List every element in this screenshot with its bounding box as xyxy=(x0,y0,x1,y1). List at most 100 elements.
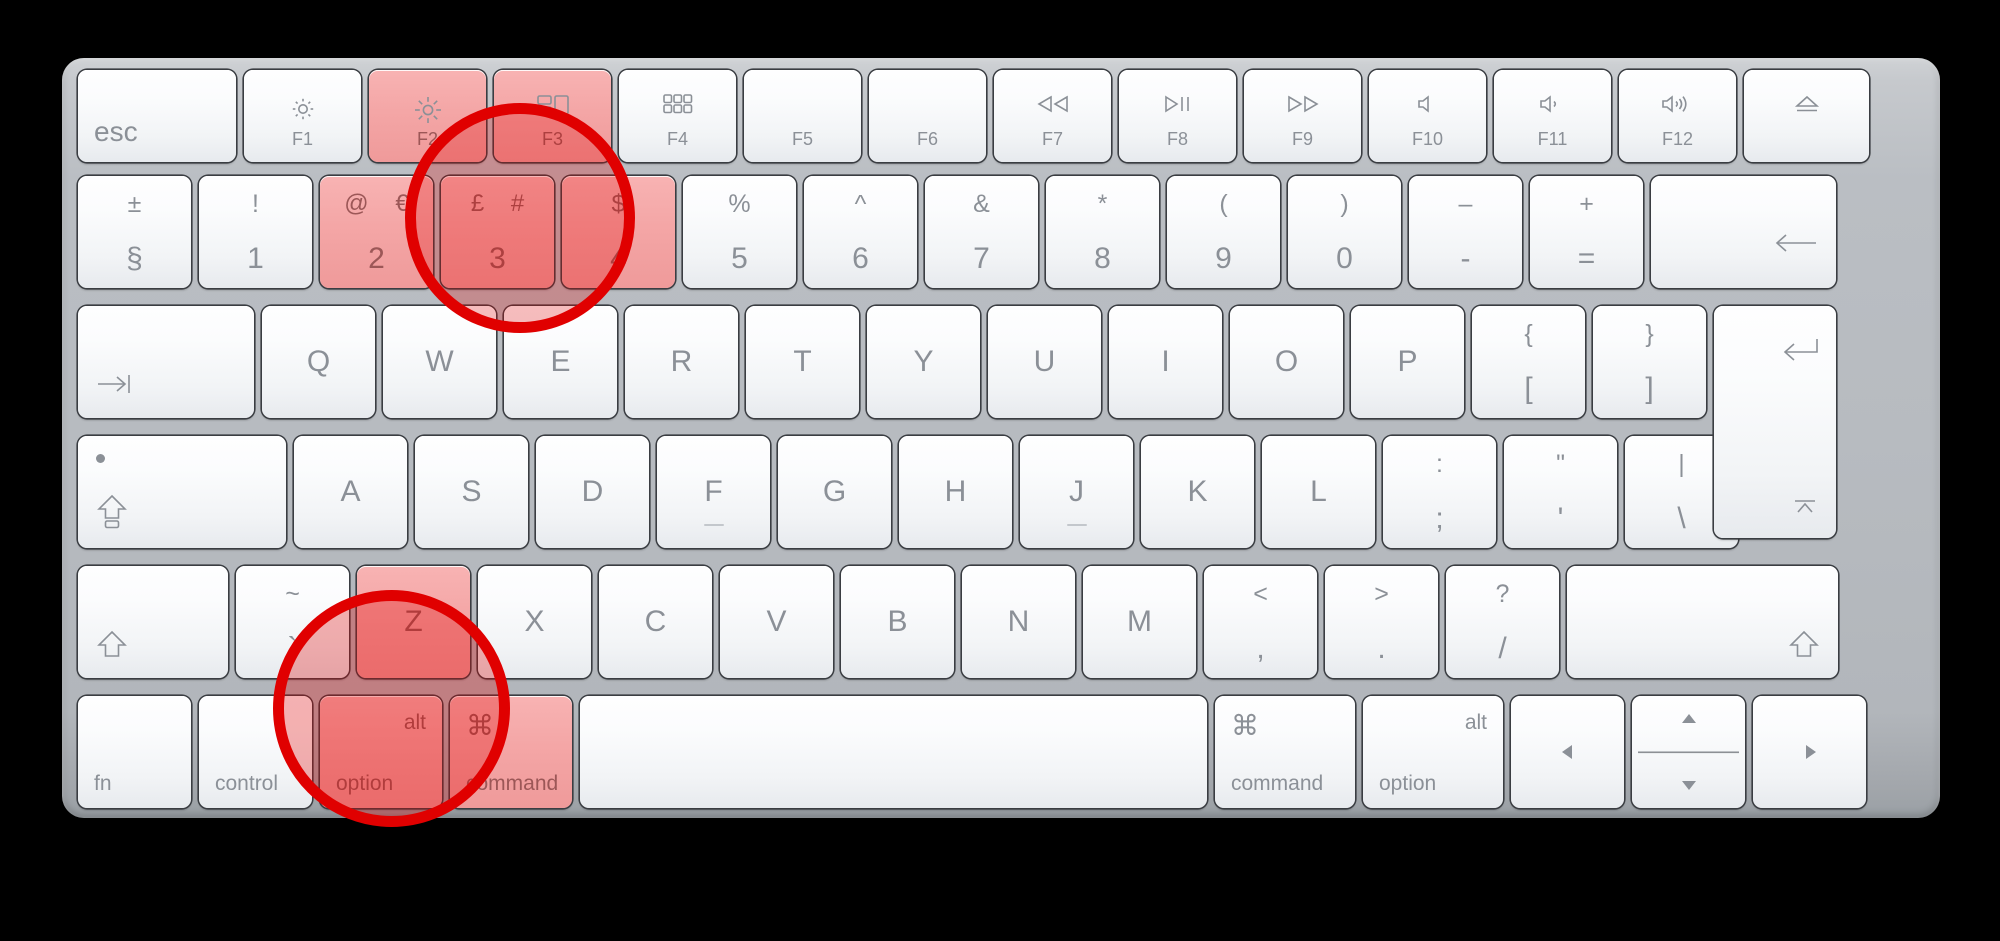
key-f8[interactable]: F8 xyxy=(1119,70,1236,162)
key-i[interactable]: I xyxy=(1109,306,1222,418)
caps-lock-indicator xyxy=(96,454,105,463)
delete-backspace-icon xyxy=(1772,232,1818,254)
key-5[interactable]: % 5 xyxy=(683,176,796,288)
key-][interactable]: }] xyxy=(1593,306,1706,418)
key-3[interactable]: £ # 3 xyxy=(441,176,554,288)
key--[interactable]: – - xyxy=(1409,176,1522,288)
key-f1[interactable]: F1 xyxy=(244,70,361,162)
key-base-legend: ; xyxy=(1435,502,1444,535)
key-letter-label: S xyxy=(461,475,482,508)
key-n[interactable]: N xyxy=(962,566,1075,678)
key-2[interactable]: @ € 2 xyxy=(320,176,433,288)
key-z[interactable]: Z xyxy=(357,566,470,678)
key-o[interactable]: O xyxy=(1230,306,1343,418)
key-arrow-up-down[interactable] xyxy=(1632,696,1745,808)
key-space[interactable] xyxy=(580,696,1207,808)
key-1[interactable]: ! 1 xyxy=(199,176,312,288)
key-letter-label: K xyxy=(1187,475,1208,508)
key-l[interactable]: L xyxy=(1262,436,1375,548)
key-fn[interactable]: fn xyxy=(78,696,191,808)
key-0[interactable]: ) 0 xyxy=(1288,176,1401,288)
key-§[interactable]: ± § xyxy=(78,176,191,288)
key-,[interactable]: <, xyxy=(1204,566,1317,678)
key-e[interactable]: E xyxy=(504,306,617,418)
key-f5[interactable]: F5 xyxy=(744,70,861,162)
key-f12[interactable]: F12 xyxy=(1619,70,1736,162)
key-f2[interactable]: F2 xyxy=(369,70,486,162)
key-w[interactable]: W xyxy=(383,306,496,418)
key-option-left[interactable]: alt option xyxy=(320,696,442,808)
key-shift-legend: * xyxy=(1097,190,1108,218)
key-`[interactable]: ~ ` xyxy=(236,566,349,678)
key-letter-label: L xyxy=(1310,475,1327,508)
key-base-legend: 6 xyxy=(852,242,869,275)
key-f4[interactable]: F4 xyxy=(619,70,736,162)
key-g[interactable]: G xyxy=(778,436,891,548)
key-shift-legend: " xyxy=(1556,450,1565,478)
key-4[interactable]: $4 xyxy=(562,176,675,288)
key-k[interactable]: K xyxy=(1141,436,1254,548)
key-y[interactable]: Y xyxy=(867,306,980,418)
key-shift-legend: & xyxy=(973,190,990,218)
key-f10[interactable]: F10 xyxy=(1369,70,1486,162)
key-base-legend: ' xyxy=(1557,502,1564,535)
key-f6[interactable]: F6 xyxy=(869,70,986,162)
key-8[interactable]: * 8 xyxy=(1046,176,1159,288)
key-u[interactable]: U xyxy=(988,306,1101,418)
key-base-legend: 0 xyxy=(1336,242,1353,275)
key-base-legend: 2 xyxy=(368,242,385,275)
key-.[interactable]: >. xyxy=(1325,566,1438,678)
key-'[interactable]: " ' xyxy=(1504,436,1617,548)
key-f11[interactable]: F11 xyxy=(1494,70,1611,162)
fn-key-label: F3 xyxy=(541,129,563,149)
key-[[interactable]: {[ xyxy=(1472,306,1585,418)
key-q[interactable]: Q xyxy=(262,306,375,418)
key-x[interactable]: X xyxy=(478,566,591,678)
key-shift-legend: $ xyxy=(611,190,626,218)
key-modifier-label: command xyxy=(1231,772,1324,795)
key-6[interactable]: ^ 6 xyxy=(804,176,917,288)
key-control[interactable]: control xyxy=(199,696,312,808)
key-r[interactable]: R xyxy=(625,306,738,418)
key-f3[interactable]: F3 xyxy=(494,70,611,162)
key-caps-lock[interactable] xyxy=(78,436,286,548)
key-7[interactable]: & 7 xyxy=(925,176,1038,288)
key-delete[interactable] xyxy=(1651,176,1836,288)
key-j[interactable]: J xyxy=(1020,436,1133,548)
key-command-left[interactable]: ⌘ command xyxy=(450,696,572,808)
key-return[interactable] xyxy=(1714,306,1836,538)
key-base-legend: / xyxy=(1498,632,1507,665)
key-c[interactable]: C xyxy=(599,566,712,678)
key-t[interactable]: T xyxy=(746,306,859,418)
key-command-right[interactable]: ⌘ command xyxy=(1215,696,1355,808)
key-base-legend: 9 xyxy=(1215,242,1232,275)
key-shift-left[interactable] xyxy=(78,566,228,678)
key-s[interactable]: S xyxy=(415,436,528,548)
key-esc[interactable]: esc xyxy=(78,70,236,162)
key-letter-label: W xyxy=(425,345,454,378)
key-9[interactable]: (9 xyxy=(1167,176,1280,288)
key-a[interactable]: A xyxy=(294,436,407,548)
key-eject[interactable] xyxy=(1744,70,1869,162)
key-;[interactable]: :; xyxy=(1383,436,1496,548)
key-option-right[interactable]: alt option xyxy=(1363,696,1503,808)
key-p[interactable]: P xyxy=(1351,306,1464,418)
key-base-legend: [ xyxy=(1524,372,1533,405)
key-arrow-left[interactable] xyxy=(1511,696,1624,808)
key-tab[interactable] xyxy=(78,306,254,418)
key-/[interactable]: ? / xyxy=(1446,566,1559,678)
key-=[interactable]: + = xyxy=(1530,176,1643,288)
key-shift-right[interactable] xyxy=(1567,566,1838,678)
key-arrow-right[interactable] xyxy=(1753,696,1866,808)
volume-down-icon xyxy=(1494,94,1611,114)
key-b[interactable]: B xyxy=(841,566,954,678)
key-f9[interactable]: F9 xyxy=(1244,70,1361,162)
key-v[interactable]: V xyxy=(720,566,833,678)
key-d[interactable]: D xyxy=(536,436,649,548)
key-m[interactable]: M xyxy=(1083,566,1196,678)
key-h[interactable]: H xyxy=(899,436,1012,548)
key-f[interactable]: F xyxy=(657,436,770,548)
key-f7[interactable]: F7 xyxy=(994,70,1111,162)
key-shift-legend: ? xyxy=(1495,580,1510,608)
brightness-up-icon xyxy=(369,94,486,126)
